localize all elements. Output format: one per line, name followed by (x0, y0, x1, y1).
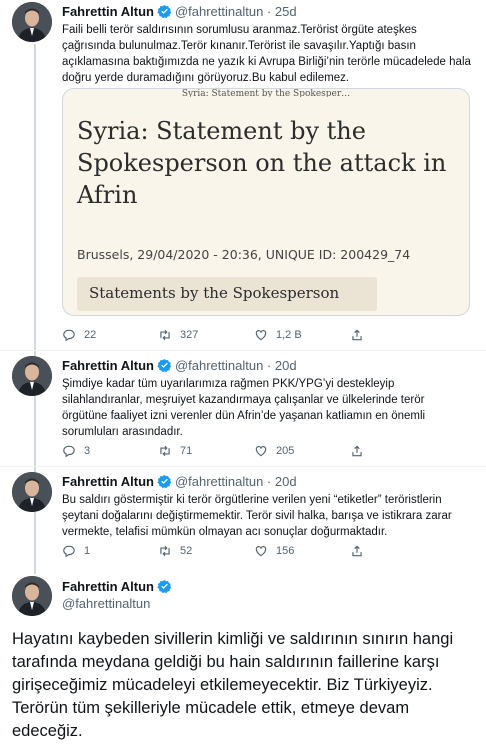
avatar[interactable] (12, 472, 52, 512)
avatar[interactable] (12, 2, 52, 42)
tweet-header: Fahrettin Altun @fahrettinaltun · 25d (62, 4, 297, 19)
retweet-count: 52 (180, 545, 193, 557)
tweet-1[interactable]: Fahrettin Altun @fahrettinaltun · 25d Fa… (0, 0, 486, 348)
tweet-header: Fahrettin Altun @fahrettinaltun · 20d (62, 358, 297, 373)
reply-icon (63, 329, 75, 342)
card-title: Syria: Statement by the Spokesperson on … (77, 117, 447, 209)
like-button[interactable]: 156 (254, 544, 350, 558)
retweet-button[interactable]: 71 (158, 444, 254, 458)
avatar[interactable] (12, 356, 52, 396)
retweet-count: 71 (180, 445, 193, 457)
timestamp[interactable]: 20d (275, 474, 297, 489)
retweet-count: 327 (180, 329, 199, 341)
share-icon (352, 445, 362, 457)
tweet-header: Fahrettin Altun @fahrettinaltun · 20d (62, 474, 297, 489)
reply-button[interactable]: 3 (62, 444, 158, 458)
share-button[interactable] (350, 328, 446, 342)
separator-dot: · (263, 4, 275, 19)
timestamp[interactable]: 25d (275, 4, 297, 19)
like-button[interactable]: 205 (254, 444, 350, 458)
tweet-actions: 22 327 1,2 B (62, 328, 446, 342)
tweet-actions: 3 71 205 (62, 444, 446, 458)
like-count: 205 (276, 445, 295, 457)
main-tweet-text: Hayatını kaybeden sivillerin kimliği ve … (12, 630, 454, 740)
tweet-2[interactable]: Fahrettin Altun @fahrettinaltun · 20d Şi… (0, 354, 486, 468)
avatar-image (12, 472, 52, 512)
link-card[interactable]: Syria: Statement by the Spokesper… Syria… (62, 88, 470, 316)
handle[interactable]: @fahrettinaltun (175, 358, 263, 373)
handle[interactable]: @fahrettinaltun (62, 596, 150, 611)
avatar-image (12, 576, 52, 616)
share-icon (352, 329, 362, 341)
heart-icon (255, 330, 267, 341)
separator-dot: · (263, 474, 275, 489)
share-button[interactable] (350, 544, 446, 558)
tweet-header: Fahrettin Altun (62, 579, 175, 594)
retweet-button[interactable]: 327 (158, 328, 254, 342)
display-name[interactable]: Fahrettin Altun (62, 474, 154, 489)
retweet-icon (160, 445, 170, 457)
verified-badge-icon (157, 358, 172, 373)
display-name[interactable]: Fahrettin Altun (62, 4, 154, 19)
reply-count: 1 (84, 545, 91, 557)
reply-count: 22 (84, 329, 97, 341)
reply-button[interactable]: 1 (62, 544, 158, 558)
verified-badge-icon (157, 579, 172, 594)
like-count: 1,2 B (276, 329, 302, 341)
handle[interactable]: @fahrettinaltun (175, 474, 263, 489)
separator-dot: · (263, 358, 275, 373)
verified-badge-icon (157, 474, 172, 489)
retweet-button[interactable]: 52 (158, 544, 254, 558)
reply-button[interactable]: 22 (62, 328, 158, 342)
card-top-text: Syria: Statement by the Spokesper… (181, 89, 351, 97)
like-count: 156 (276, 545, 295, 557)
tweet-text: Bu saldırı göstermiştir ki terör örgütle… (62, 494, 452, 538)
tweet-3[interactable]: Fahrettin Altun @fahrettinaltun · 20d Bu… (0, 470, 486, 570)
display-name[interactable]: Fahrettin Altun (62, 579, 154, 594)
divider (0, 466, 486, 467)
reply-icon (63, 545, 75, 558)
reply-icon (63, 445, 75, 458)
tweet-text: Şimdiye kadar tüm uyarılarımıza rağmen P… (62, 378, 426, 438)
heart-icon (255, 446, 267, 457)
retweet-icon (160, 329, 170, 341)
avatar-image (12, 356, 52, 396)
divider (0, 350, 486, 351)
reply-count: 3 (84, 445, 91, 457)
avatar-image (12, 2, 52, 42)
share-button[interactable] (350, 444, 446, 458)
card-category: Statements by the Spokesperson (77, 277, 377, 311)
heart-icon (255, 546, 267, 557)
handle[interactable]: @fahrettinaltun (175, 4, 263, 19)
tweet-text: Faili belli terör saldırısının sorumlusu… (62, 24, 471, 84)
card-meta: Brussels, 29/04/2020 - 20:36, UNIQUE ID:… (77, 247, 411, 262)
timestamp[interactable]: 20d (275, 358, 297, 373)
tweet-actions: 1 52 156 (62, 544, 446, 558)
avatar[interactable] (12, 576, 52, 616)
display-name[interactable]: Fahrettin Altun (62, 358, 154, 373)
verified-badge-icon (157, 4, 172, 19)
share-icon (352, 545, 362, 557)
retweet-icon (160, 545, 170, 557)
like-button[interactable]: 1,2 B (254, 328, 350, 342)
